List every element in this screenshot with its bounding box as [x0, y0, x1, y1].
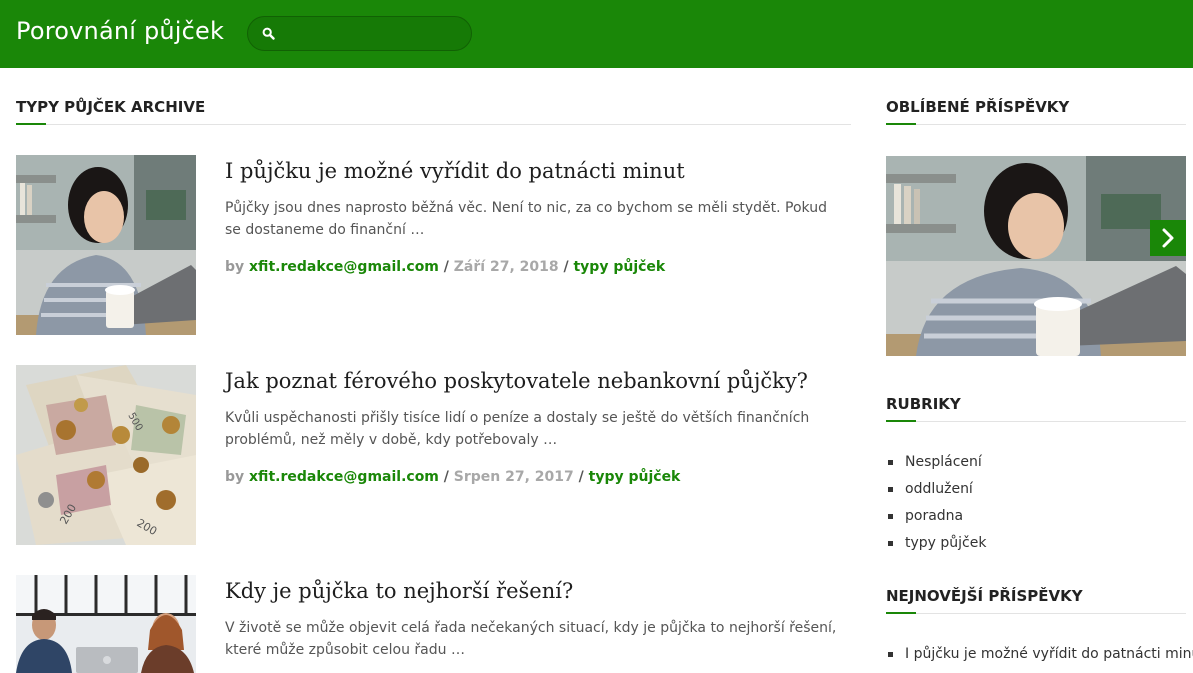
people-meeting-photo	[16, 575, 196, 673]
categories-list: Nesplácení oddlužení poradna typy půjček	[888, 452, 986, 560]
post-category-link[interactable]: typy půjček	[573, 259, 665, 275]
woman-laptop-photo	[886, 156, 1186, 356]
recent-post-link[interactable]: I půjčku je možné vyřídit do patnácti mi…	[888, 644, 1193, 671]
meta-separator: /	[443, 469, 449, 485]
category-link[interactable]: typy půjček	[888, 533, 986, 560]
meta-separator: /	[563, 259, 569, 275]
popular-posts-title: OBLÍBENÉ PŘÍSPĚVKY	[886, 98, 1070, 116]
post-thumbnail-woman-laptop[interactable]	[16, 155, 196, 335]
popular-divider	[886, 124, 1186, 125]
woman-laptop-photo	[16, 155, 196, 335]
categories-divider-accent	[886, 420, 916, 422]
popular-divider-accent	[886, 123, 916, 125]
banknotes-coins-photo: 200 200 500	[16, 365, 196, 545]
category-link[interactable]: poradna	[888, 506, 986, 533]
recent-posts-list: I půjčku je možné vyřídit do patnácti mi…	[888, 644, 1193, 671]
post-title[interactable]: Jak poznat férového poskytovatele nebank…	[225, 369, 808, 393]
post-thumbnail-banknotes[interactable]: 200 200 500	[16, 365, 196, 545]
search-input[interactable]	[247, 16, 472, 51]
popular-posts-slider[interactable]	[886, 156, 1186, 356]
meta-separator: /	[443, 259, 449, 275]
categories-divider	[886, 421, 1186, 422]
meta-separator: /	[578, 469, 584, 485]
post-author-link[interactable]: xfit.redakce@gmail.com	[249, 259, 439, 275]
post-date[interactable]: Srpen 27, 2017	[454, 469, 574, 485]
chevron-right-icon	[1162, 228, 1174, 248]
post-author-link[interactable]: xfit.redakce@gmail.com	[249, 469, 439, 485]
recent-divider-accent	[886, 612, 916, 614]
recent-divider	[886, 613, 1186, 614]
post-thumbnail-meeting[interactable]	[16, 575, 196, 673]
recent-posts-title: NEJNOVĚJŠÍ PŘÍSPĚVKY	[886, 587, 1083, 605]
category-link[interactable]: oddlužení	[888, 479, 986, 506]
post-title[interactable]: Kdy je půjčka to nejhorší řešení?	[225, 579, 573, 603]
archive-divider-accent	[16, 123, 46, 125]
post-meta: by xfit.redakce@gmail.com / Srpen 27, 20…	[225, 469, 680, 485]
archive-divider	[16, 124, 851, 125]
post-by-label: by	[225, 469, 245, 485]
site-header: Porovnání půjček	[0, 0, 1193, 68]
post-excerpt: V životě se může objevit celá řada neček…	[225, 620, 837, 658]
post-excerpt: Půjčky jsou dnes naprosto běžná věc. Nen…	[225, 200, 827, 238]
search-icon	[262, 27, 275, 40]
post-title[interactable]: I půjčku je možné vyřídit do patnácti mi…	[225, 159, 685, 183]
categories-title: RUBRIKY	[886, 395, 961, 413]
post-meta: by xfit.redakce@gmail.com / Září 27, 201…	[225, 259, 665, 275]
category-link[interactable]: Nesplácení	[888, 452, 986, 479]
post-excerpt: Kvůli uspěchanosti přišly tisíce lidí o …	[225, 410, 810, 448]
post-date[interactable]: Září 27, 2018	[454, 259, 559, 275]
slider-next-button[interactable]	[1150, 220, 1186, 256]
site-title[interactable]: Porovnání půjček	[16, 17, 224, 45]
archive-title: TYPY PŮJČEK ARCHIVE	[16, 98, 206, 116]
post-by-label: by	[225, 259, 245, 275]
post-category-link[interactable]: typy půjček	[589, 469, 681, 485]
